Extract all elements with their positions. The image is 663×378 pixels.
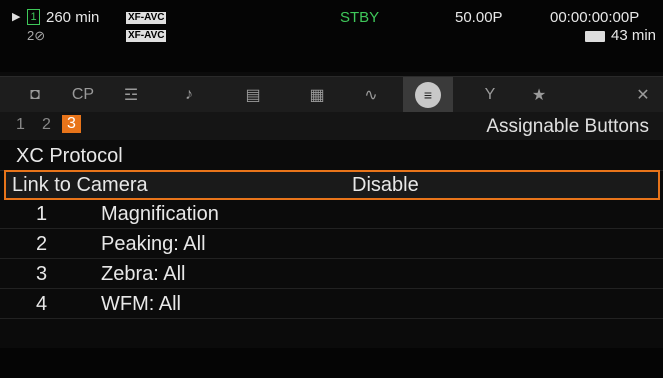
- audio-icon: ♪: [185, 86, 193, 103]
- media-slot-icon: 1: [27, 9, 40, 25]
- play-icon: ▶: [12, 11, 21, 23]
- button-number: 1: [36, 203, 48, 225]
- timecode: 00:00:00:00P: [550, 9, 640, 26]
- tab-custom-picture[interactable]: CP: [58, 77, 108, 113]
- battery-icon: [585, 31, 605, 42]
- tab-my-menu[interactable]: ★: [514, 77, 564, 113]
- button-row-4[interactable]: 4 WFM: All: [0, 290, 663, 319]
- page-3-current[interactable]: 3: [62, 115, 81, 133]
- empty-row: [0, 320, 663, 349]
- link-value: Disable: [352, 174, 419, 196]
- tab-recording[interactable]: ▤: [228, 77, 278, 113]
- button-function: WFM: All: [101, 293, 181, 315]
- section-title-row: XC Protocol: [0, 142, 663, 171]
- tab-camera-setup[interactable]: ☲: [106, 77, 156, 113]
- tab-system[interactable]: Y: [465, 77, 515, 113]
- tab-audio[interactable]: ♪: [164, 77, 214, 113]
- section-title: XC Protocol: [16, 145, 123, 167]
- codec-badge-2: XF-AVC: [126, 30, 167, 42]
- menu-tab-bar: ◘ CP ☲ ♪ ▤ ▦ ∿ ≡ Y ★ ✕: [0, 76, 663, 113]
- tab-assignable[interactable]: ≡: [403, 77, 453, 113]
- tab-camera-menu[interactable]: ◘: [10, 77, 60, 113]
- button-row-1[interactable]: 1 Magnification: [0, 200, 663, 229]
- tab-close[interactable]: ✕: [618, 77, 663, 113]
- standby-status: STBY: [340, 9, 380, 26]
- button-function: Magnification: [101, 203, 219, 225]
- bottom-bar: [0, 348, 663, 378]
- button-number: 2: [36, 233, 48, 255]
- page-header: 1 2 3 Assignable Buttons: [0, 112, 663, 140]
- camera-menu-icon: ◘: [30, 86, 40, 103]
- tab-display[interactable]: ▦: [292, 77, 342, 113]
- tab-waveform[interactable]: ∿: [346, 77, 396, 113]
- status-bar: ▶ 1 260 min XF-AVC XF-AVC 2⊘ STBY 50.00P…: [0, 0, 663, 72]
- page-2[interactable]: 2: [42, 116, 51, 134]
- frame-rate: 50.00P: [455, 9, 503, 26]
- assignable-icon: ≡: [415, 82, 441, 108]
- page-1[interactable]: 1: [16, 116, 25, 134]
- close-icon: ✕: [636, 87, 650, 104]
- screen-title: Assignable Buttons: [486, 116, 649, 137]
- codec-badge-1: XF-AVC: [126, 12, 167, 24]
- battery-remaining: 43 min: [611, 27, 657, 44]
- button-number: 4: [36, 293, 48, 315]
- waveform-icon: ∿: [364, 87, 378, 104]
- remaining-time: 260 min: [46, 9, 100, 26]
- link-to-camera-row[interactable]: Link to Camera Disable: [4, 170, 660, 200]
- camera-setup-icon: ☲: [123, 87, 139, 104]
- button-function: Peaking: All: [101, 233, 206, 255]
- button-function: Zebra: All: [101, 263, 186, 285]
- button-number: 3: [36, 263, 48, 285]
- button-row-3[interactable]: 3 Zebra: All: [0, 260, 663, 289]
- recording-icon: ▤: [245, 87, 261, 104]
- custom-picture-icon: CP: [71, 86, 95, 103]
- display-icon: ▦: [309, 87, 325, 104]
- system-icon: Y: [484, 86, 496, 103]
- slot2-icon: 2⊘: [27, 28, 46, 43]
- my-menu-icon: ★: [531, 87, 547, 104]
- button-row-2[interactable]: 2 Peaking: All: [0, 230, 663, 259]
- link-label: Link to Camera: [12, 174, 148, 196]
